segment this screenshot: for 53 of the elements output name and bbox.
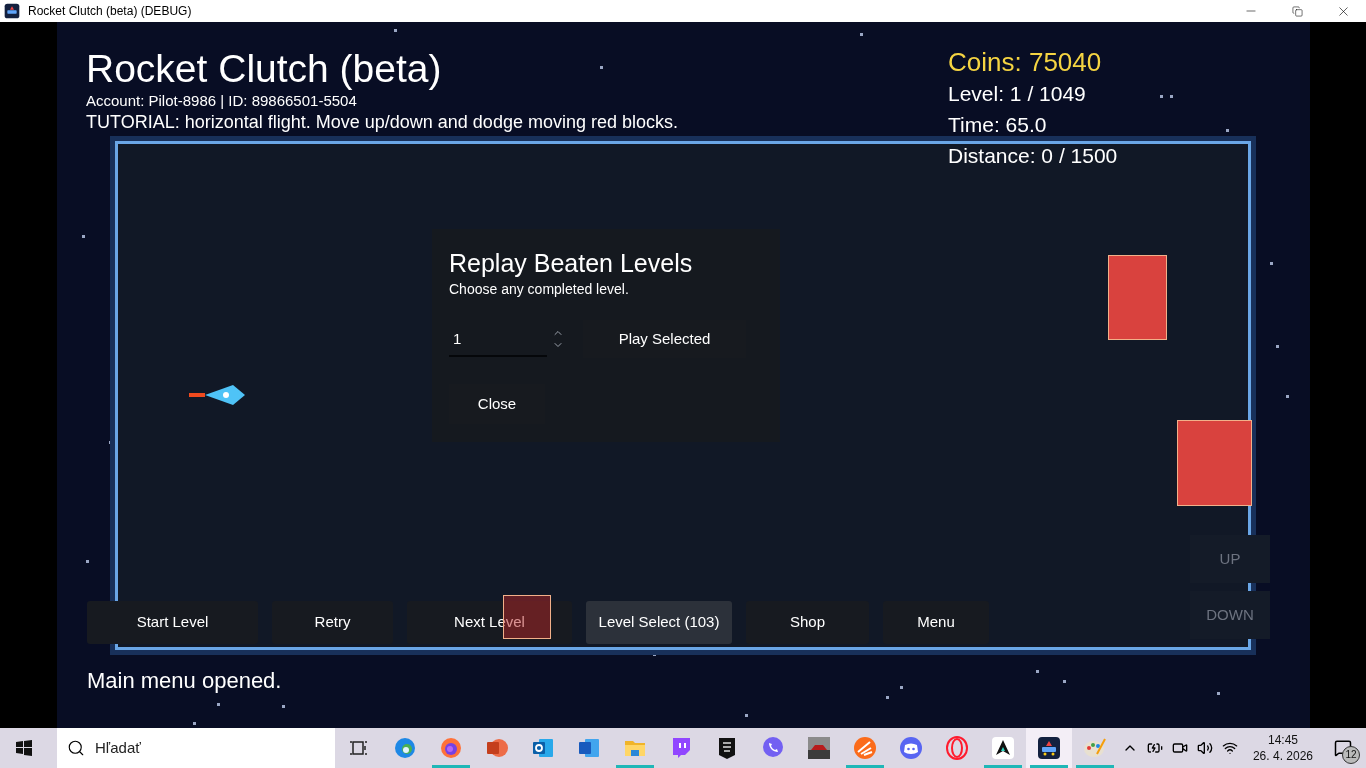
volume-icon[interactable] — [1196, 740, 1213, 756]
running-indicator — [432, 765, 470, 768]
stat-text: Time: 65.0 — [948, 112, 1048, 138]
level-number-field[interactable]: 1 — [449, 321, 547, 357]
rocket-car-icon — [4, 3, 20, 19]
dialog-title: Replay Beaten Levels — [449, 248, 694, 279]
tutorial-text: TUTORIAL: horizontal flight. Move up/down and dodge moving red blocks. — [86, 111, 678, 134]
firefox-icon[interactable] — [439, 736, 463, 760]
search-field[interactable]: Hľadať — [57, 728, 335, 768]
game-title: Rocket Clutch (beta) — [86, 46, 443, 92]
menu-button[interactable]: Shop — [746, 601, 869, 644]
restore-icon — [1291, 5, 1303, 17]
arrowhead-icon[interactable] — [991, 736, 1015, 760]
paint-palette-icon[interactable] — [1083, 736, 1107, 760]
menu-button[interactable]: Level Select (103) — [586, 601, 732, 644]
coins-counter: Coins: 75040 — [948, 46, 1103, 78]
car-game-icon[interactable] — [807, 736, 831, 760]
slides-app-icon[interactable] — [485, 736, 509, 760]
taskbar-button[interactable] — [1026, 728, 1072, 768]
task-view-icon[interactable] — [349, 738, 369, 758]
search-icon — [67, 739, 85, 757]
game-controller-icon[interactable] — [899, 736, 923, 760]
menu-button[interactable]: Start Level — [87, 601, 258, 644]
rocket-car-icon[interactable] — [1037, 736, 1061, 760]
stat-text: Distance: 0 / 1500 — [948, 143, 1118, 169]
mail-app-icon[interactable] — [531, 736, 555, 760]
notification-count: 12 — [1342, 746, 1360, 764]
phone-bubble-icon[interactable] — [761, 736, 785, 760]
running-indicator — [1030, 765, 1068, 768]
menu-button[interactable]: Menu — [883, 601, 989, 644]
edge-icon[interactable] — [393, 736, 417, 760]
clock-date: 26. 4. 2026 — [1252, 748, 1313, 764]
running-indicator — [984, 765, 1022, 768]
account-info: Account: Pilot-8986 | ID: 89866501-5504 — [86, 92, 358, 110]
window-title: Rocket Clutch (beta) (DEBUG) — [28, 3, 192, 20]
running-indicator — [616, 765, 654, 768]
menu-button[interactable]: Retry — [272, 601, 393, 644]
document-app-icon[interactable] — [577, 736, 601, 760]
clock[interactable]: 14:45 26. 4. 2026 — [1246, 732, 1319, 764]
wifi-icon[interactable] — [1221, 740, 1238, 756]
status-message: Main menu opened. — [87, 667, 282, 695]
sunburst-app-icon[interactable] — [853, 736, 877, 760]
running-indicator — [846, 765, 884, 768]
ring-icon[interactable] — [945, 736, 969, 760]
windows-logo-icon — [16, 740, 32, 756]
stat-text: Level: 1 / 1049 — [948, 81, 1087, 107]
running-indicator — [1076, 765, 1114, 768]
camera-icon[interactable] — [1171, 740, 1188, 756]
dialog-subtitle: Choose any completed level. — [449, 280, 630, 299]
rocket-ship — [189, 384, 245, 406]
search-placeholder: Hľadať — [95, 737, 141, 758]
battery-icon[interactable] — [1146, 740, 1163, 756]
clock-time: 14:45 — [1267, 732, 1298, 748]
